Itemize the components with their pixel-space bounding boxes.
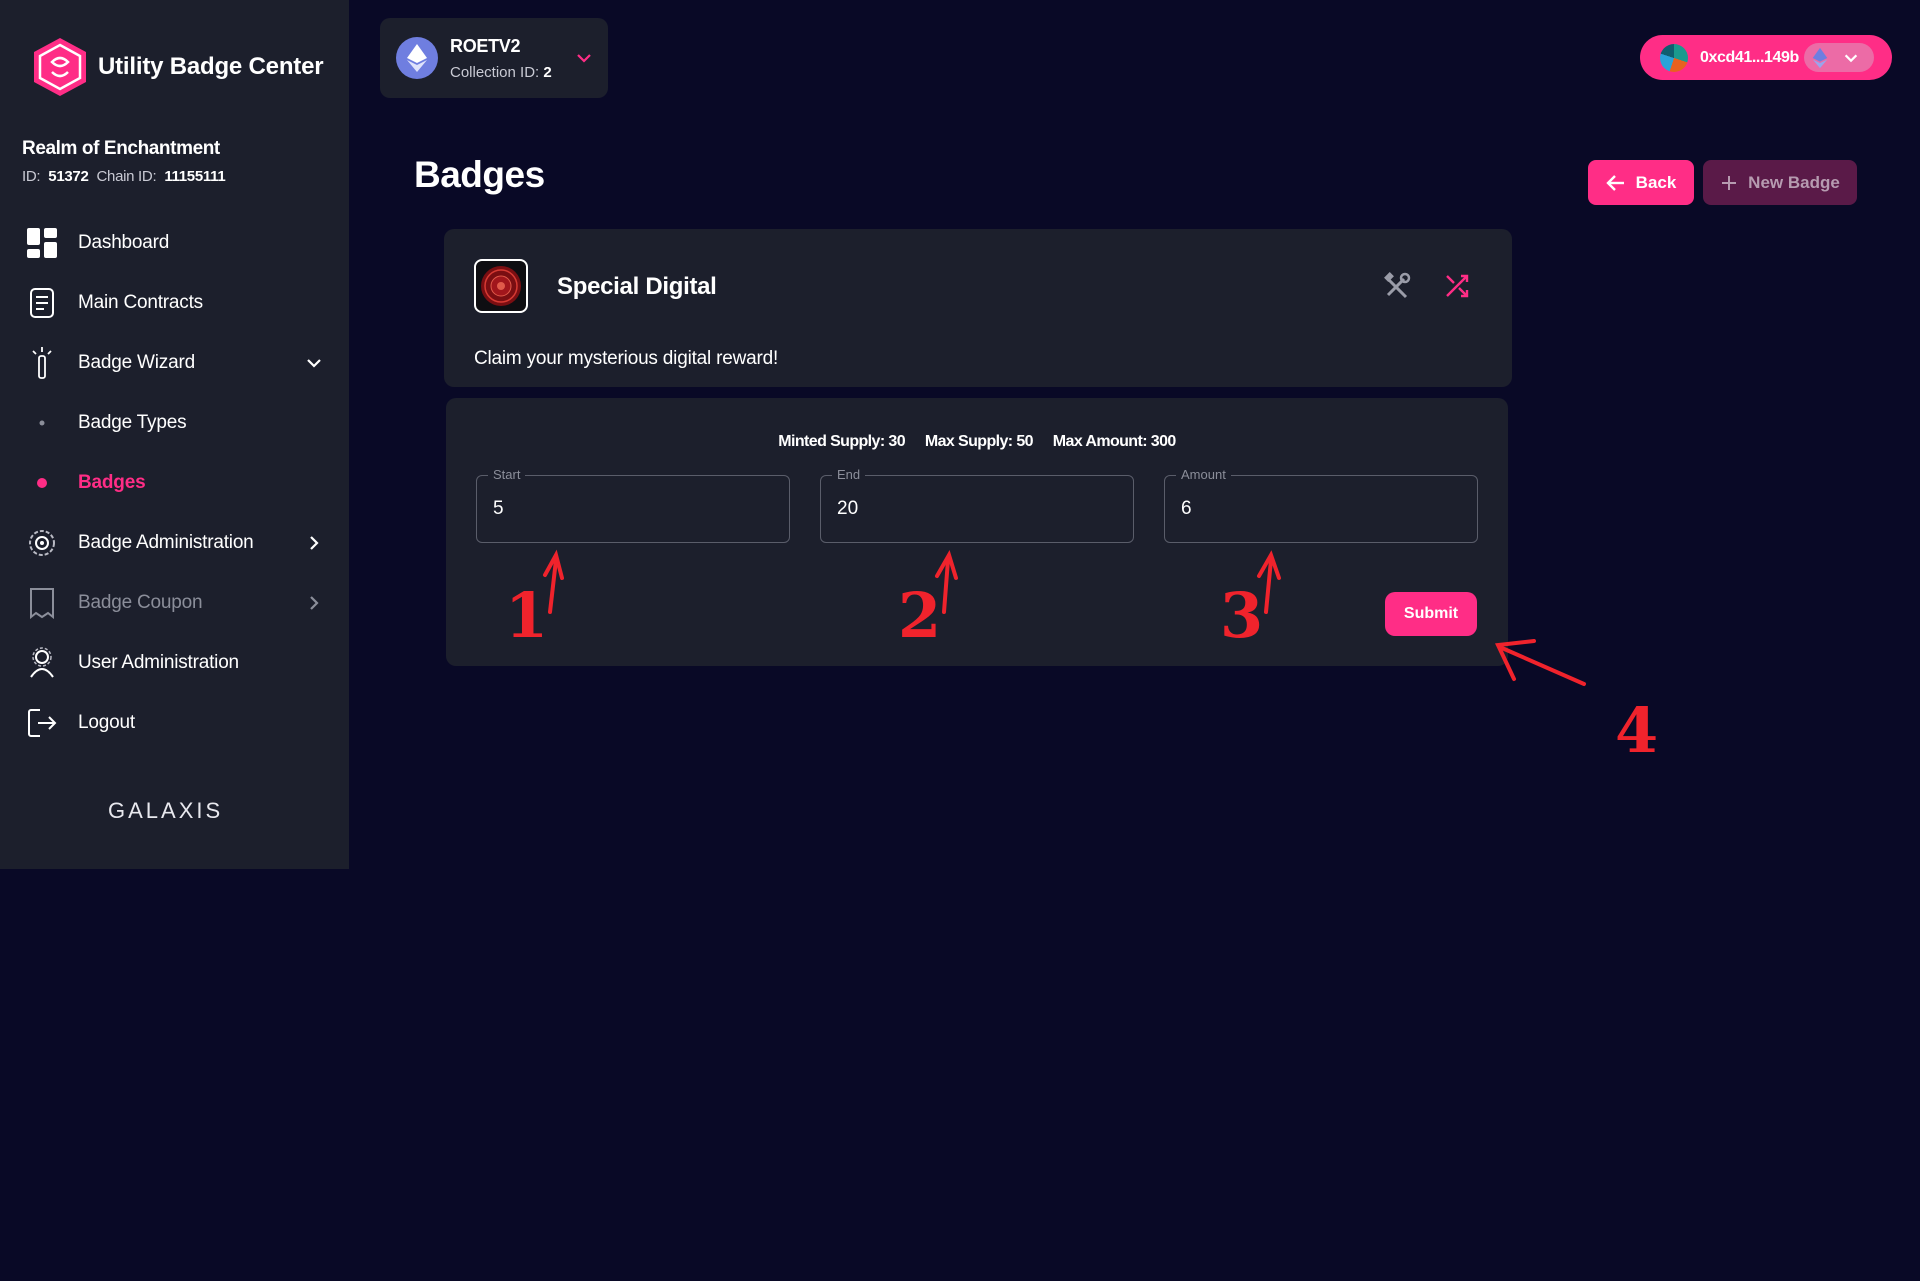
end-input[interactable]: [837, 498, 1117, 520]
collection-id: Collection ID: 2: [450, 64, 552, 81]
sidebar-item-badge-types[interactable]: Badge Types: [0, 393, 349, 453]
sidebar-item-label: Main Contracts: [78, 292, 203, 313]
sidebar-item-label: Badge Types: [78, 412, 187, 433]
ethereum-icon: [1812, 47, 1828, 68]
chain-id-value: 11155111: [164, 168, 226, 185]
avatar: [1660, 43, 1688, 72]
sidebar-item-user-administration[interactable]: User Administration: [0, 633, 349, 693]
chain-id-label: Chain ID:: [96, 168, 157, 185]
new-badge-button[interactable]: New Badge: [1703, 160, 1857, 205]
sidebar-item-label: Badge Administration: [78, 532, 254, 553]
app-title: Utility Badge Center: [98, 53, 324, 80]
project-info: Realm of Enchantment ID: 51372 Chain ID: 11…: [22, 138, 233, 185]
amount-field-label: Amount: [1176, 467, 1231, 482]
project-name: Realm of Enchantment: [22, 138, 220, 159]
supply-info: Minted Supply: 30 Max Supply: 50 Max Amo…: [446, 433, 1508, 451]
badge-seal-icon: [481, 266, 521, 306]
start-field: Start: [476, 467, 790, 543]
sidebar-item-badge-coupon[interactable]: Badge Coupon: [0, 573, 349, 633]
project-id-label: ID:: [22, 168, 41, 185]
dashboard-grid-icon: [24, 225, 60, 261]
ethereum-icon: [396, 37, 438, 79]
magic-wand-icon: [24, 345, 60, 381]
start-field-label: Start: [488, 467, 526, 482]
wallet-address: 0xcd41...149b: [1700, 48, 1799, 66]
chevron-down-icon: [307, 359, 321, 368]
project-id-value: 51372: [48, 168, 89, 185]
galaxis-wordmark: GALAXIS: [108, 798, 224, 823]
sidebar-item-label: Badge Coupon: [78, 592, 203, 613]
brand-logo-icon: [34, 38, 86, 96]
arrow-left-icon: [1605, 174, 1624, 191]
end-field-label: End: [832, 467, 866, 482]
network-selector[interactable]: [1804, 43, 1874, 72]
amount-field: Amount: [1164, 467, 1478, 543]
max-amount: Max Amount: 300: [1052, 433, 1176, 450]
sidebar-item-main-contracts[interactable]: Main Contracts: [0, 273, 349, 333]
sidebar-item-label: Badges: [78, 472, 146, 493]
collection-id-label: Collection ID:: [450, 63, 540, 81]
page-title: Badges: [414, 154, 545, 195]
user-admin-icon: [24, 645, 60, 681]
brand[interactable]: Utility Badge Center: [30, 36, 324, 98]
collection-text: ROETV2 Collection ID: 2: [450, 36, 552, 81]
sidebar-item-label: Logout: [78, 712, 135, 733]
sidebar-item-label: User Administration: [78, 652, 239, 673]
chevron-right-icon: [310, 596, 319, 610]
annotation-number-1: 1: [505, 579, 549, 652]
annotation-arrow-4: [1500, 646, 1586, 686]
sidebar: Utility Badge Center Realm of Enchantmen…: [0, 0, 349, 869]
badge-description: Claim your mysterious digital reward!: [474, 348, 779, 369]
bullet-dot-icon: [24, 405, 60, 441]
sidebar-nav: Dashboard Main Contracts Badge Wizard Ba…: [0, 213, 349, 753]
badge-name: Special Digital: [557, 273, 717, 300]
sidebar-item-logout[interactable]: Logout: [0, 693, 349, 753]
annotation-number-3: 3: [1220, 579, 1264, 652]
document-icon: [24, 285, 60, 321]
sidebar-item-badges[interactable]: Badges: [0, 453, 349, 513]
bullet-dot-icon: [24, 465, 60, 501]
chevron-down-icon: [1844, 54, 1858, 62]
sidebar-item-dashboard[interactable]: Dashboard: [0, 213, 349, 273]
wallet-button[interactable]: 0xcd41...149b: [1640, 35, 1892, 80]
project-meta: ID: 51372 Chain ID: 11155111: [22, 168, 233, 185]
collection-name: ROETV2: [450, 35, 521, 56]
minted-supply: Minted Supply: 30: [778, 433, 905, 450]
annotation-number-4: 4: [1615, 694, 1659, 767]
sidebar-item-badge-administration[interactable]: Badge Administration: [0, 513, 349, 573]
annotation-number-2: 2: [898, 579, 942, 652]
back-button-label: Back: [1635, 172, 1677, 192]
submit-button[interactable]: Submit: [1385, 592, 1477, 636]
new-badge-button-label: New Badge: [1748, 172, 1840, 192]
shuffle-icon[interactable]: [1442, 271, 1472, 301]
chevron-right-icon: [310, 536, 319, 550]
back-button[interactable]: Back: [1588, 160, 1694, 205]
sidebar-item-label: Badge Wizard: [78, 352, 195, 373]
amount-input[interactable]: [1181, 498, 1461, 520]
galaxis-logo: GALAXIS: [108, 798, 223, 824]
mint-form-card: Minted Supply: 30 Max Supply: 50 Max Amo…: [446, 398, 1508, 666]
badge-card: Special Digital Claim your mysterious di…: [444, 229, 1512, 387]
collection-id-value: 2: [543, 63, 552, 81]
sidebar-item-badge-wizard[interactable]: Badge Wizard: [0, 333, 349, 393]
coupon-icon: [24, 585, 60, 621]
plus-icon: [1722, 175, 1737, 190]
gear-cluster-icon: [24, 525, 60, 561]
logout-icon: [24, 705, 60, 741]
sidebar-item-label: Dashboard: [78, 232, 170, 253]
collection-switcher[interactable]: ROETV2 Collection ID: 2: [380, 18, 608, 98]
start-input[interactable]: [493, 498, 773, 520]
max-supply: Max Supply: 50: [924, 433, 1034, 450]
chevron-down-icon: [577, 54, 591, 63]
end-field: End: [820, 467, 1134, 543]
tools-icon[interactable]: [1382, 271, 1412, 301]
badge-image: [474, 259, 528, 313]
